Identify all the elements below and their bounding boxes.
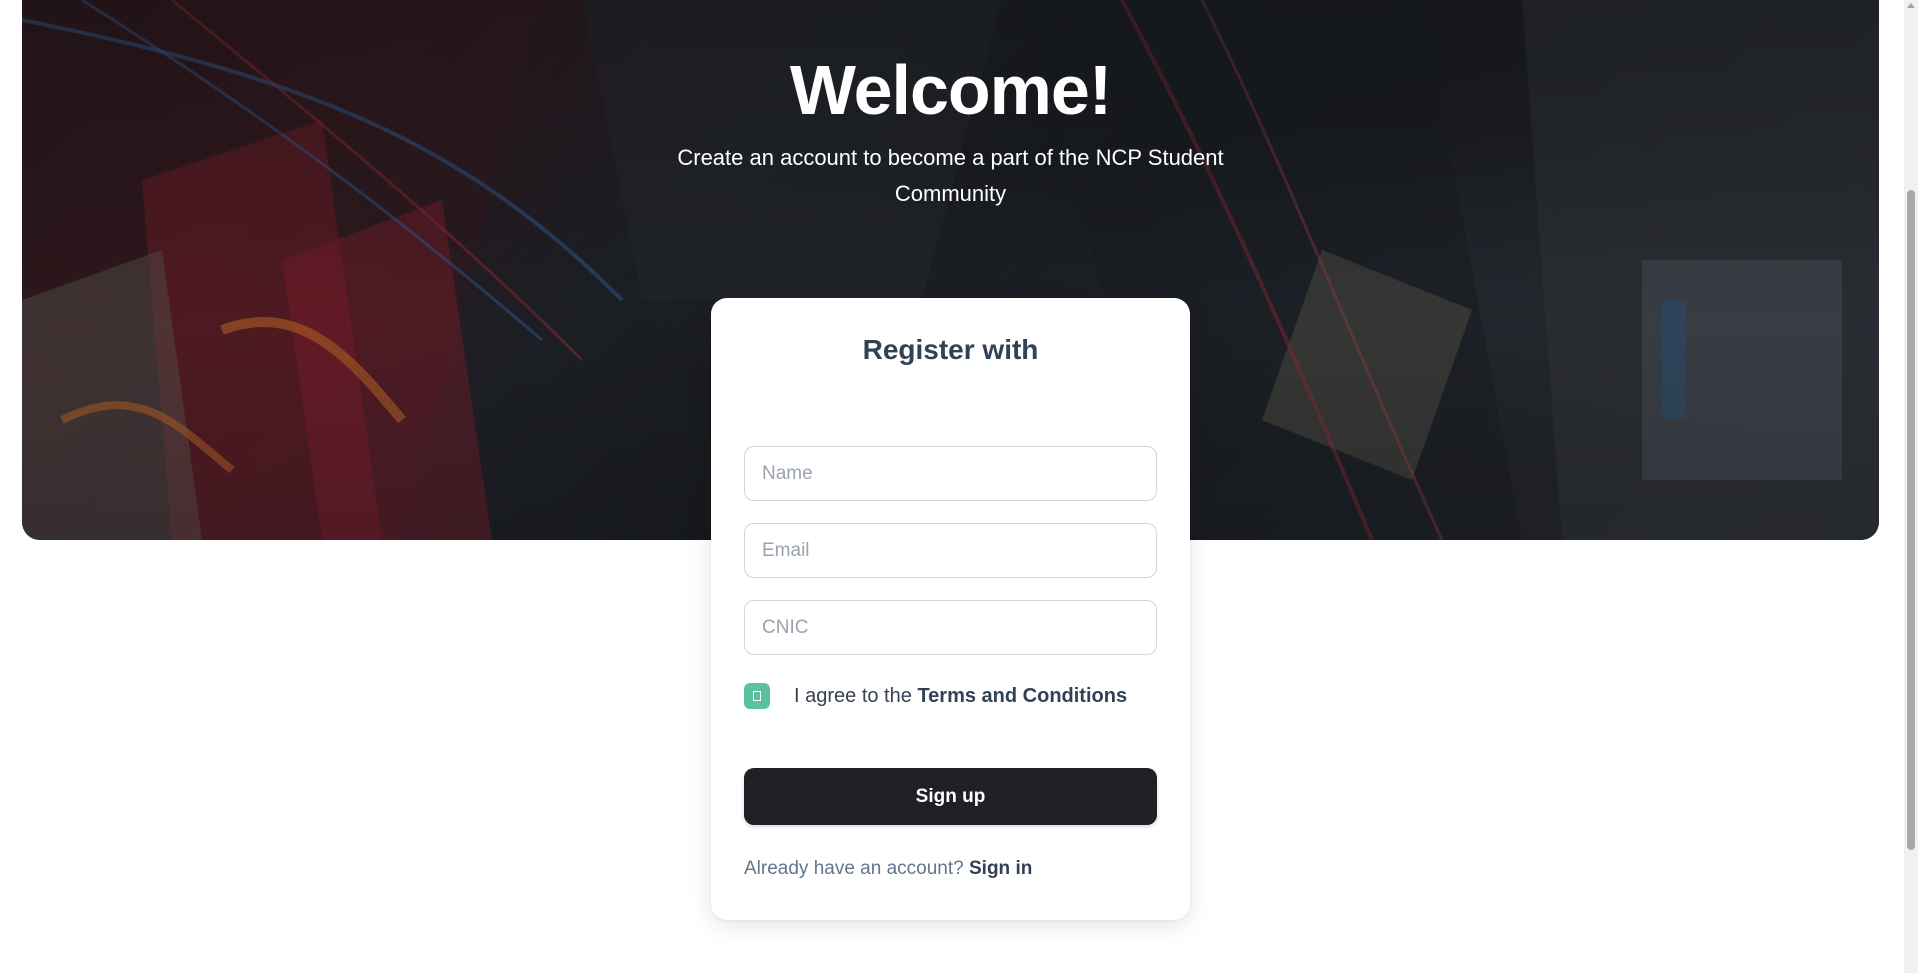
terms-link[interactable]: Terms and Conditions	[917, 685, 1127, 707]
hero-subtitle: Create an account to become a part of th…	[677, 145, 1224, 206]
signin-prompt: Already have an account? Sign in	[744, 858, 1032, 880]
signin-prompt-text: Already have an account?	[744, 858, 964, 879]
page: Welcome! Create an account to become a p…	[0, 0, 1918, 973]
scroll-up-arrow-icon[interactable]	[1907, 3, 1915, 8]
hero-title: Welcome!	[789, 51, 1112, 129]
register-card: Register with I agree to the Terms and C…	[711, 298, 1190, 920]
card-title: Register with	[862, 334, 1039, 365]
terms-row: I agree to the Terms and Conditions	[744, 683, 1127, 709]
signup-button[interactable]: Sign up	[744, 768, 1157, 825]
vertical-scrollbar[interactable]	[1904, 0, 1918, 973]
email-input[interactable]	[744, 523, 1157, 578]
terms-checkbox[interactable]	[744, 683, 770, 709]
cnic-input[interactable]	[744, 600, 1157, 655]
name-input[interactable]	[744, 446, 1157, 501]
checkbox-mark-icon	[753, 691, 761, 701]
signin-link[interactable]: Sign in	[969, 858, 1032, 879]
terms-label: I agree to the Terms and Conditions	[794, 685, 1127, 708]
terms-prefix: I agree to the	[794, 684, 912, 707]
scroll-thumb[interactable]	[1907, 190, 1915, 850]
